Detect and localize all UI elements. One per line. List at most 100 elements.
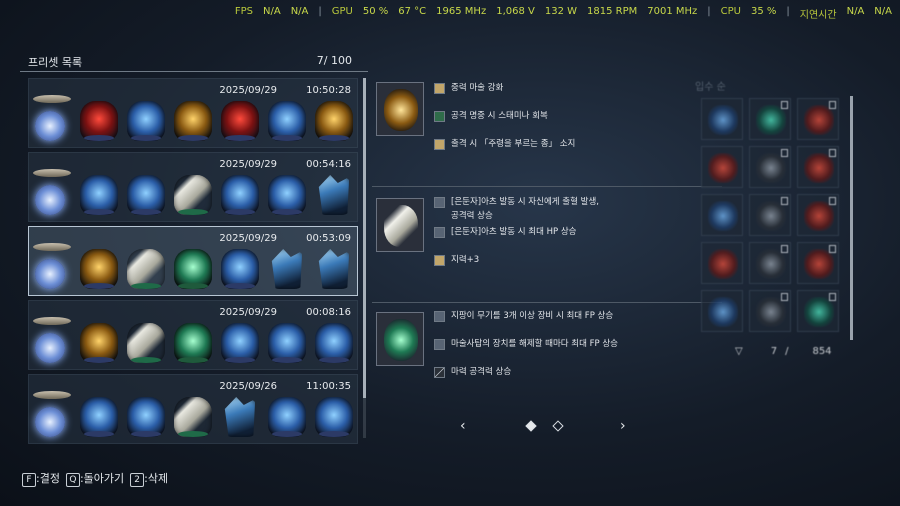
perf-separator: | [707,6,711,17]
effect-text: 마술사탑의 장치를 해제할 때마다 최대 FP 상승 [451,339,618,349]
blue-relic-icon[interactable] [221,323,259,363]
preset-row[interactable]: 2025/09/29 00:53:09 [28,226,358,296]
scrollbar-thumb[interactable] [363,78,366,398]
bookmark-icon [829,101,836,109]
key-badge: Q [65,473,80,487]
green-relic-icon[interactable] [174,323,212,363]
pager-dot-1[interactable] [525,420,537,432]
crystal-relic-icon[interactable] [271,249,303,289]
crystal-relic-icon[interactable] [224,397,256,437]
blue-relic-icon[interactable] [221,249,259,289]
funnel-icon[interactable]: ▽ [735,346,743,357]
effect-text: 지팡이 무기를 3개 이상 장비 시 최대 FP 상승 [451,311,614,321]
inventory-footer: ▽ 7 / 854 [735,346,832,357]
inventory-cell[interactable] [797,98,839,140]
blue-relic-icon[interactable] [315,323,353,363]
effect-text: 중력 마술 강화 [451,83,504,93]
pager-dot-2[interactable] [552,420,564,432]
key-hint[interactable]: F:결정 [22,470,60,487]
key-hint[interactable]: Q:돌아가기 [65,470,125,487]
gold-relic-icon[interactable] [315,101,353,141]
blue-relic-icon[interactable] [127,101,165,141]
vessel-icon [33,391,71,439]
relic-gem [384,89,418,131]
inventory-cell[interactable] [701,290,743,332]
inventory-cell[interactable] [749,242,791,284]
blue-relic-icon[interactable] [268,397,306,437]
gold-relic-icon[interactable] [80,249,118,289]
gpu-clock: 1965 MHz [436,6,487,17]
inventory-cell[interactable] [749,290,791,332]
relic-effect: 마술사탑의 장치를 해제할 때마다 최대 FP 상승 [434,338,714,351]
gpu-power: 132 W [544,6,578,17]
vessel-basin [33,169,71,177]
inventory-cell[interactable] [749,146,791,188]
preset-slots [33,317,353,365]
key-label: :돌아가기 [79,472,125,485]
gold-relic-icon[interactable] [80,323,118,363]
inventory-cell[interactable] [797,242,839,284]
pager-prev-arrow-icon[interactable]: ‹ [460,418,466,434]
inventory-cell[interactable] [797,146,839,188]
red-relic-icon [804,105,834,135]
gold-relic-icon[interactable] [174,101,212,141]
red-relic-icon[interactable] [221,101,259,141]
bone-relic-icon [376,198,424,252]
performance-overlay: FPS N/A N/A | GPU 50 % 67 °C 1965 MHz 1,… [235,6,892,21]
pager-next-arrow-icon[interactable]: › [620,418,626,434]
blue-relic-icon[interactable] [221,175,259,215]
blue-relic-icon[interactable] [80,397,118,437]
bone-relic-icon[interactable] [174,175,212,215]
eye-icon [434,83,445,94]
preset-row[interactable]: 2025/09/29 10:50:28 [28,78,358,148]
vessel-icon [33,169,71,217]
red-relic-icon[interactable] [80,101,118,141]
gray-relic-icon [756,153,786,183]
preset-list-title: 프리셋 목록 [28,56,83,69]
inventory-cell[interactable] [797,290,839,332]
preset-row[interactable]: 2025/09/26 11:00:35 [28,374,358,444]
gpu-voltage: 1,068 V [496,6,535,17]
key-label: :삭제 [144,472,169,485]
blue-relic-icon[interactable] [268,101,306,141]
bone-relic-icon[interactable] [127,249,165,289]
inventory-sort-label[interactable]: 입수 순 [695,78,726,93]
inventory-cell[interactable] [701,146,743,188]
inventory-scrollbar[interactable] [850,96,853,340]
preset-row[interactable]: 2025/09/29 00:08:16 [28,300,358,370]
inventory-cell[interactable] [797,194,839,236]
blue-relic-icon[interactable] [80,175,118,215]
blue-relic-icon[interactable] [315,397,353,437]
inventory-cell[interactable] [749,194,791,236]
bookmark-icon [781,197,788,205]
vessel-basin [33,95,71,103]
relic-effect: 지력+3 [434,254,714,267]
blue-relic-icon[interactable] [127,397,165,437]
blue-relic-icon[interactable] [127,175,165,215]
preset-date: 2025/09/29 [219,85,277,96]
vessel-basin [33,391,71,399]
rune-icon [434,339,445,350]
bone-relic-icon[interactable] [127,323,165,363]
inventory-cell[interactable] [701,194,743,236]
inventory-cell[interactable] [749,98,791,140]
bookmark-icon [829,149,836,157]
inventory-cell[interactable] [701,242,743,284]
vessel-icon [33,95,71,143]
preset-row[interactable]: 2025/09/29 00:54:16 [28,152,358,222]
crystal-relic-icon[interactable] [318,175,350,215]
rune-icon [434,197,445,208]
fps-label: FPS [234,6,253,17]
vessel-emblem-icon [35,259,65,289]
green-relic-icon[interactable] [174,249,212,289]
crystal-relic-icon[interactable] [318,249,350,289]
blue-relic-icon[interactable] [268,323,306,363]
rune-icon [434,227,445,238]
bone-relic-icon[interactable] [174,397,212,437]
preset-list-scrollbar[interactable] [363,78,366,438]
vessel-icon [33,243,71,291]
vessel-emblem-icon [35,333,65,363]
key-hint[interactable]: 2:삭제 [130,470,168,487]
blue-relic-icon[interactable] [268,175,306,215]
inventory-cell[interactable] [701,98,743,140]
